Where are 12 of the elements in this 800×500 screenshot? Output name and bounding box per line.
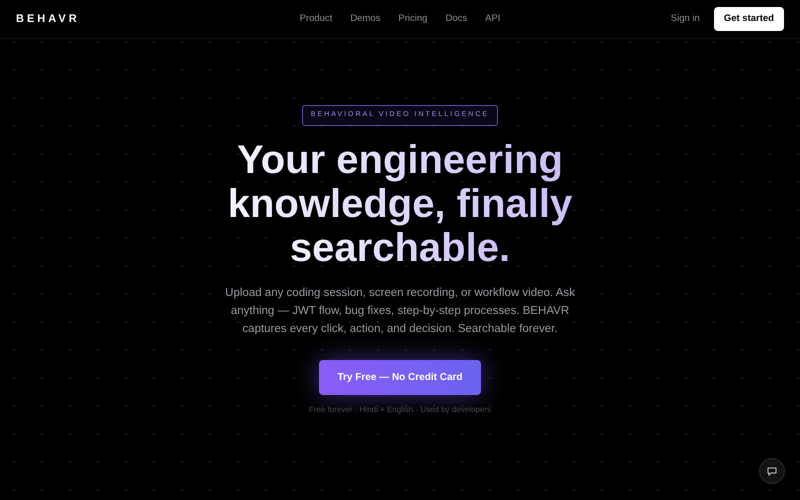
- nav-link[interactable]: Docs: [445, 12, 468, 26]
- hero-description: Upload any coding session, screen recording, or workflow video. Ask anything — JWT flow, bug fixes, step-by-step processes. BEHAVR captures every click, action, and decision. Searchable forever.: [225, 286, 575, 336]
- nav-link[interactable]: Pricing: [398, 12, 428, 26]
- nav-link[interactable]: API: [485, 12, 500, 26]
- hero-note: Free forever · Hindi + English · Used by developers: [308, 404, 492, 416]
- chat-button[interactable]: [759, 458, 785, 484]
- try-free-button[interactable]: Try Free — No Credit Card: [319, 360, 481, 394]
- nav-link[interactable]: Demos: [350, 12, 380, 26]
- get-started-button[interactable]: Get started: [714, 6, 784, 32]
- sign-in-link[interactable]: Sign in: [670, 12, 700, 26]
- chat-icon: [767, 466, 777, 476]
- nav-link[interactable]: Product: [300, 12, 332, 26]
